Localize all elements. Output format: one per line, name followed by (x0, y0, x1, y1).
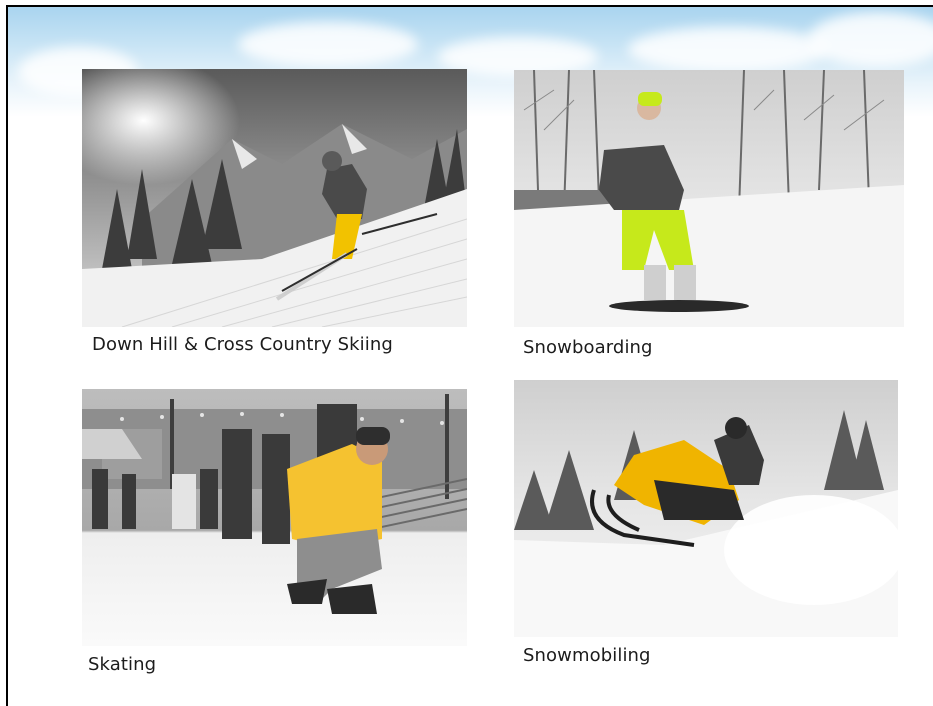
activity-caption-skiing: Down Hill & Cross Country Skiing (92, 334, 393, 355)
snowmobile-photo (514, 380, 898, 637)
activities-slide: Down Hill & Cross Country Skiing Snowboa… (6, 5, 933, 706)
snowboarder-photo (514, 70, 904, 327)
skater-photo (82, 389, 467, 646)
skier-photo (82, 69, 467, 327)
activity-caption-skating: Skating (88, 654, 157, 675)
activity-caption-snowmobiling: Snowmobiling (523, 645, 651, 666)
activity-caption-snowboarding: Snowboarding (523, 337, 653, 358)
